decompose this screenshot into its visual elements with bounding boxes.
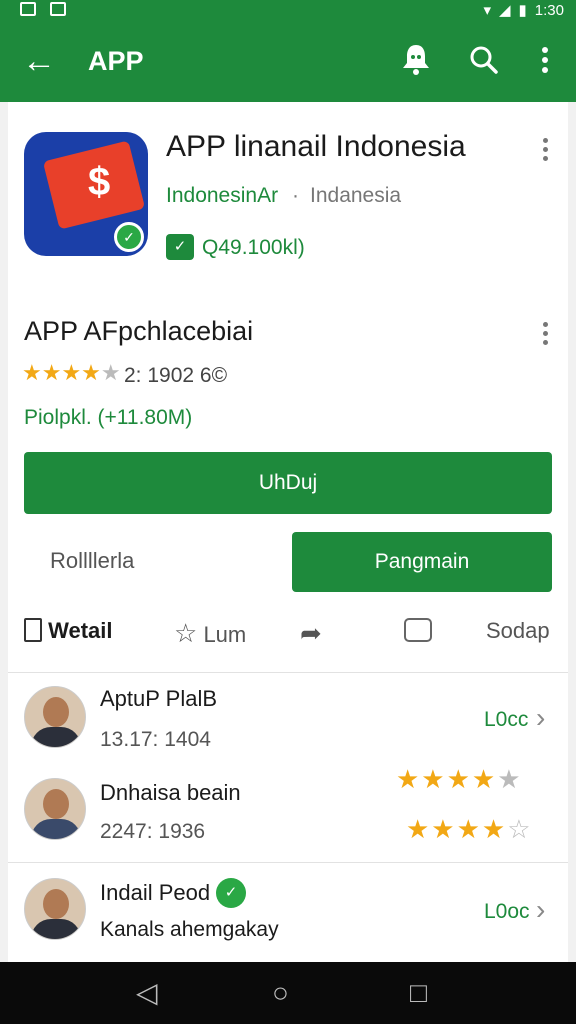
recents-nav-icon[interactable]: □ bbox=[410, 978, 427, 1008]
clock: 1:30 bbox=[534, 1, 564, 19]
chevron-right-icon[interactable]: › bbox=[536, 894, 545, 926]
tabs-divider bbox=[8, 672, 568, 673]
notification-bell-icon[interactable] bbox=[400, 42, 432, 87]
overflow-menu-icon[interactable] bbox=[540, 42, 550, 87]
secondary-button[interactable]: Rollllerla bbox=[50, 548, 134, 574]
app-price: Q49.100kl) bbox=[202, 236, 305, 259]
review-stars: ★★★★☆ bbox=[406, 814, 533, 844]
tab-reviews[interactable]: ☆ Lum bbox=[174, 618, 246, 649]
wifi-icon: ▾ bbox=[483, 2, 491, 19]
reviewer-name: AptuP PlalB bbox=[100, 686, 218, 711]
meta-separator: · bbox=[292, 184, 299, 207]
signal-icon: ◢ bbox=[498, 2, 511, 19]
rating-stars: ★★★★★ bbox=[22, 360, 121, 385]
install-button[interactable]: UhDuj bbox=[24, 452, 552, 514]
download-count: Piolpkl. (+11.80M) bbox=[24, 406, 193, 429]
app-menu-icon[interactable] bbox=[543, 138, 549, 165]
reviewer-name: Indail Peod bbox=[100, 880, 211, 905]
app-name: APP linanail Indonesia bbox=[166, 130, 466, 163]
tab-more[interactable]: Sodap bbox=[486, 618, 550, 644]
notification-icons bbox=[20, 2, 66, 16]
photo-notification-icon bbox=[50, 2, 66, 16]
share-icon[interactable]: ➦ bbox=[300, 618, 322, 649]
review-divider bbox=[8, 862, 568, 863]
review-stars: ★★★★★ bbox=[396, 764, 523, 794]
battery-icon: ▮ bbox=[518, 2, 527, 19]
avatar[interactable] bbox=[24, 686, 86, 748]
avatar[interactable] bbox=[24, 878, 86, 940]
tab-detail[interactable]: Wetail bbox=[24, 618, 113, 644]
app-bar-title: APP bbox=[88, 46, 144, 76]
review-action[interactable]: L0cc bbox=[484, 708, 528, 732]
verified-badge-icon: ✓ bbox=[114, 222, 144, 252]
app-region: Indanesia bbox=[310, 184, 402, 207]
chat-icon[interactable] bbox=[404, 618, 432, 648]
verified-icon: ✓ bbox=[216, 878, 246, 908]
star-icon: ☆ bbox=[174, 618, 198, 648]
chevron-right-icon[interactable]: › bbox=[536, 702, 545, 734]
back-arrow-icon[interactable]: ← bbox=[22, 44, 56, 78]
app-logo-icon: $ ✓ bbox=[24, 132, 148, 256]
home-nav-icon[interactable]: ○ bbox=[272, 978, 289, 1008]
back-nav-icon[interactable]: ◁ bbox=[136, 978, 158, 1008]
review-action[interactable]: L0oc bbox=[484, 900, 530, 924]
primary-button[interactable]: Pangmain bbox=[292, 532, 552, 592]
system-nav-bar: ◁ ○ □ bbox=[0, 962, 576, 1024]
document-icon bbox=[24, 618, 42, 642]
details-menu-icon[interactable] bbox=[543, 322, 549, 349]
review-meta: Kanals ahemgakay bbox=[100, 918, 279, 941]
rating-count: 2: 1902 6© bbox=[124, 364, 228, 387]
reviewer-name: Dnhaisa beain bbox=[100, 780, 241, 805]
review-meta: 13.17: 1404 bbox=[100, 728, 211, 751]
dollar-icon: $ bbox=[88, 160, 111, 204]
image-notification-icon bbox=[20, 2, 36, 16]
review-meta: 2247: 1936 bbox=[100, 820, 206, 843]
details-title: APP AFpchlacebiai bbox=[24, 316, 254, 346]
app-bar: ← APP bbox=[0, 22, 576, 102]
check-badge-icon: ✓ bbox=[166, 234, 194, 260]
developer-link[interactable]: IndonesinAr bbox=[166, 184, 278, 208]
avatar[interactable] bbox=[24, 778, 86, 840]
status-bar: ▾ ◢ ▮ 1:30 bbox=[0, 0, 576, 22]
search-icon[interactable] bbox=[468, 42, 500, 87]
system-status: ▾ ◢ ▮ 1:30 bbox=[483, 1, 564, 20]
